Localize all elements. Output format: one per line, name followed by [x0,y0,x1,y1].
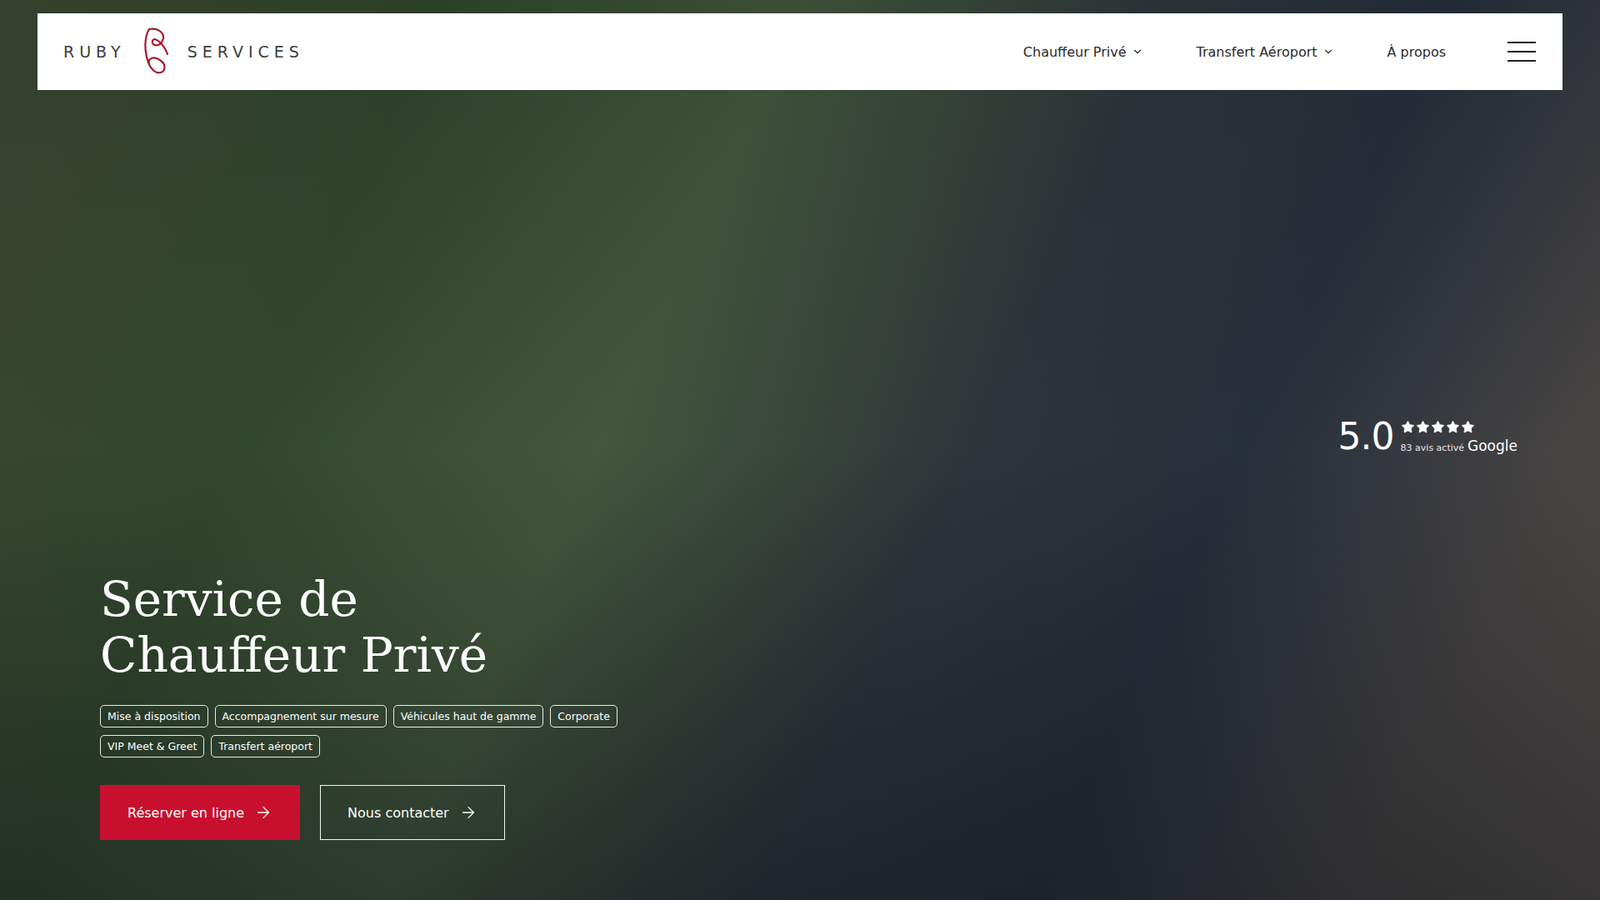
chevron-down-icon [1322,45,1335,58]
chevron-down-icon [1131,45,1144,58]
hero: Service deChauffeur Privé Mise à disposit… [0,90,1600,900]
rating-line: 83 avis activéGoogle [1400,437,1518,455]
contact-button[interactable]: Nous contacter [320,785,505,840]
nav-item[interactable]: À propos [1387,44,1446,60]
menu-line [1507,50,1536,53]
menu-line [1507,41,1536,44]
star-icon [1430,420,1445,435]
rating-score: 5.0 [1338,418,1395,455]
tag: VIP Meet & Greet [100,735,205,758]
menu-button[interactable] [1507,41,1536,62]
main-nav: Chauffeur Privé Transfert Aéroport À propo… [1023,41,1536,62]
title-line: Chauffeur Privé [100,627,634,684]
rating-count: 83 avis activé [1400,442,1465,454]
page: RUBY SERVICES Chauffeur Privé Transfert Aér… [0,0,1600,900]
menu-line [1507,60,1536,62]
star-icon [1415,420,1430,435]
tag: Véhicules haut de gamme [393,705,545,728]
hero-title: Service deChauffeur Privé [100,571,634,684]
rating-source: Google [1467,437,1518,455]
book-button[interactable]: Réserver en ligne [100,785,300,840]
rating-badge[interactable]: 5.0 83 avis activéGoogle [1338,418,1518,455]
star-icon [1445,420,1460,435]
hero-text: Service deChauffeur Privé Mise à disposit… [100,571,634,840]
logo-left-word: RUBY [63,42,126,61]
star-icon [1400,420,1415,435]
logo[interactable]: RUBY SERVICES [63,25,305,78]
tag: Accompagnement sur mesure [215,705,387,728]
rating-info: 83 avis activéGoogle [1400,420,1518,455]
title-line: Service de [100,571,634,628]
star-icon [1460,420,1475,435]
nav-item[interactable]: Chauffeur Privé [1023,44,1144,60]
header: RUBY SERVICES Chauffeur Privé Transfert Aér… [37,13,1563,90]
hero-buttons: Réserver en ligne Nous contacter [100,785,634,840]
arrow-right-icon [459,803,478,822]
logo-right-word: SERVICES [187,42,305,61]
nav-item[interactable]: Transfert Aéroport [1196,44,1335,60]
tag-list: Mise à disposition Accompagnement sur mes… [100,705,634,758]
tag: Transfert aéroport [210,735,320,758]
monogram-icon [140,25,173,78]
tag: Mise à disposition [100,705,209,728]
tag: Corporate [550,705,618,728]
arrow-right-icon [254,803,273,822]
rating-stars [1400,420,1518,435]
